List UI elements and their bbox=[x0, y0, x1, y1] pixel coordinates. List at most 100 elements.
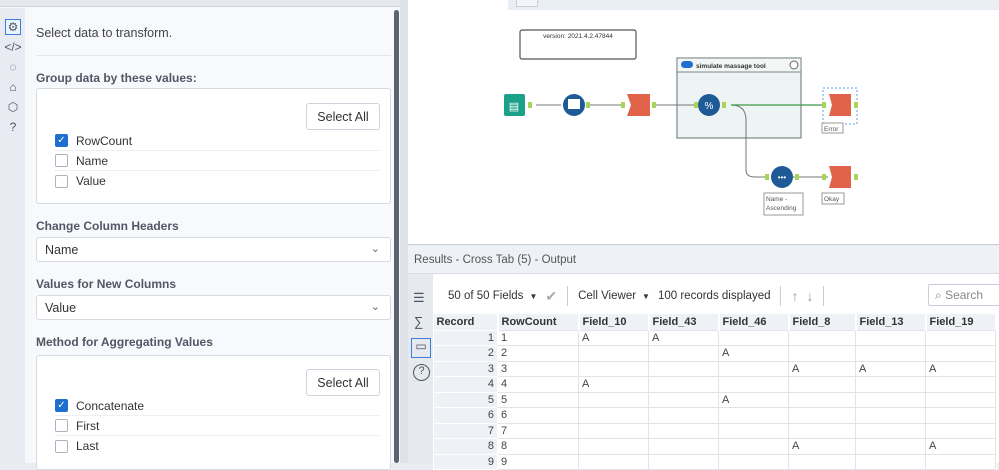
column-header[interactable]: Field_8 bbox=[788, 314, 857, 330]
formula-tool[interactable]: % bbox=[698, 94, 720, 116]
cube-icon[interactable]: ⬡ bbox=[5, 99, 21, 115]
table-cell[interactable] bbox=[788, 407, 856, 424]
table-cell[interactable]: 6 bbox=[497, 407, 579, 424]
crosstab-tool[interactable] bbox=[627, 94, 650, 116]
sigma-icon[interactable]: ∑ bbox=[414, 314, 423, 329]
gear-icon[interactable]: ⚙ bbox=[5, 19, 21, 35]
container-simulate-massage-tool[interactable]: simulate massage tool bbox=[676, 57, 802, 139]
table-cell[interactable]: A bbox=[925, 438, 996, 455]
browse-error-tool[interactable] bbox=[822, 87, 858, 125]
table-cell[interactable] bbox=[855, 422, 926, 439]
table-cell[interactable]: 3 bbox=[497, 360, 579, 377]
table-cell[interactable] bbox=[578, 360, 649, 377]
table-cell[interactable] bbox=[925, 453, 996, 470]
table-cell[interactable] bbox=[855, 438, 926, 455]
table-cell[interactable]: A bbox=[718, 391, 789, 408]
table-cell[interactable] bbox=[648, 376, 719, 393]
table-cell[interactable]: 9 bbox=[497, 453, 579, 470]
checkbox-last[interactable]: Last bbox=[55, 436, 380, 456]
record-number[interactable]: 2 bbox=[433, 345, 498, 362]
version-comment[interactable]: version: 2021.4.2.47844 bbox=[519, 29, 637, 60]
column-headers-dropdown[interactable]: Name ⌄ bbox=[36, 237, 391, 262]
table-cell[interactable] bbox=[578, 422, 649, 439]
table-row[interactable]: 33AAA bbox=[433, 360, 996, 377]
table-row[interactable]: 44A bbox=[433, 376, 996, 393]
fields-selector[interactable]: 50 of 50 Fields bbox=[448, 290, 523, 302]
column-header[interactable]: Record bbox=[433, 314, 499, 330]
splitter[interactable] bbox=[400, 0, 408, 463]
table-cell[interactable] bbox=[855, 376, 926, 393]
checkbox-icon[interactable] bbox=[55, 154, 68, 167]
caret-down-icon[interactable]: ▼ bbox=[529, 292, 537, 301]
table-cell[interactable] bbox=[788, 376, 856, 393]
table-cell[interactable] bbox=[855, 345, 926, 362]
record-number[interactable]: 8 bbox=[433, 438, 498, 455]
table-cell[interactable] bbox=[718, 360, 789, 377]
table-cell[interactable] bbox=[925, 391, 996, 408]
table-row[interactable]: 99 bbox=[433, 453, 996, 470]
column-header[interactable]: Field_13 bbox=[855, 314, 927, 330]
help-icon[interactable]: ? bbox=[5, 119, 21, 135]
table-cell[interactable] bbox=[718, 329, 789, 346]
table-cell[interactable] bbox=[648, 453, 719, 470]
table-cell[interactable] bbox=[855, 407, 926, 424]
table-cell[interactable]: 7 bbox=[497, 422, 579, 439]
table-cell[interactable]: 8 bbox=[497, 438, 579, 455]
table-cell[interactable] bbox=[578, 453, 649, 470]
table-cell[interactable]: 1 bbox=[497, 329, 579, 346]
table-cell[interactable] bbox=[788, 329, 856, 346]
checkbox-concatenate[interactable]: ✓ Concatenate bbox=[55, 396, 380, 416]
table-cell[interactable] bbox=[925, 422, 996, 439]
checkbox-first[interactable]: First bbox=[55, 416, 380, 436]
select-tool[interactable] bbox=[563, 94, 585, 116]
column-header[interactable]: Field_46 bbox=[718, 314, 790, 330]
table-cell[interactable]: A bbox=[788, 360, 856, 377]
check-icon[interactable]: ✔ bbox=[545, 288, 557, 305]
table-cell[interactable] bbox=[648, 345, 719, 362]
checkbox-icon[interactable] bbox=[55, 419, 68, 432]
table-row[interactable]: 88 A A bbox=[433, 438, 996, 455]
checkbox-icon[interactable] bbox=[55, 439, 68, 453]
arrow-down-icon[interactable]: ↓ bbox=[806, 288, 813, 304]
table-cell[interactable] bbox=[925, 376, 996, 393]
checkbox-icon[interactable]: ✓ bbox=[55, 134, 68, 147]
table-row[interactable]: 66 bbox=[433, 407, 996, 424]
table-cell[interactable] bbox=[578, 407, 649, 424]
table-cell[interactable]: A bbox=[648, 329, 719, 346]
table-cell[interactable] bbox=[855, 453, 926, 470]
record-number[interactable]: 3 bbox=[433, 360, 498, 377]
table-cell[interactable] bbox=[925, 345, 996, 362]
table-cell[interactable] bbox=[648, 407, 719, 424]
record-number[interactable]: 1 bbox=[433, 329, 498, 346]
table-cell[interactable]: A bbox=[855, 360, 926, 377]
caret-down-icon[interactable]: ▼ bbox=[642, 292, 650, 301]
table-row[interactable]: 77 bbox=[433, 422, 996, 439]
select-all-button[interactable]: Select All bbox=[306, 369, 380, 396]
table-cell[interactable] bbox=[925, 407, 996, 424]
table-cell[interactable] bbox=[648, 360, 719, 377]
table-cell[interactable]: A bbox=[925, 360, 996, 377]
table-cell[interactable]: A bbox=[578, 376, 649, 393]
table-cell[interactable]: 4 bbox=[497, 376, 579, 393]
column-header[interactable]: Field_43 bbox=[648, 314, 720, 330]
table-row[interactable]: 55 A bbox=[433, 391, 996, 408]
table-cell[interactable] bbox=[578, 391, 649, 408]
table-cell[interactable]: A bbox=[718, 345, 789, 362]
list-icon[interactable]: ☰ bbox=[413, 290, 425, 306]
table-cell[interactable]: A bbox=[788, 438, 856, 455]
table-cell[interactable] bbox=[578, 345, 649, 362]
checkbox-rowcount[interactable]: ✓ RowCount bbox=[55, 131, 380, 151]
table-cell[interactable]: 2 bbox=[497, 345, 579, 362]
search-input[interactable]: ⌕ Search bbox=[928, 284, 999, 306]
table-cell[interactable] bbox=[718, 453, 789, 470]
checkbox-value[interactable]: Value bbox=[55, 171, 380, 191]
table-cell[interactable]: 5 bbox=[497, 391, 579, 408]
workflow-canvas[interactable]: version: 2021.4.2.47844 simulate massage… bbox=[408, 0, 999, 245]
record-number[interactable]: 5 bbox=[433, 391, 498, 408]
checkbox-name[interactable]: Name bbox=[55, 151, 380, 171]
table-cell[interactable] bbox=[788, 391, 856, 408]
tag-icon[interactable]: ⌂ bbox=[5, 79, 21, 95]
table-cell[interactable] bbox=[718, 422, 789, 439]
column-header[interactable]: Field_10 bbox=[578, 314, 650, 330]
table-cell[interactable] bbox=[788, 422, 856, 439]
